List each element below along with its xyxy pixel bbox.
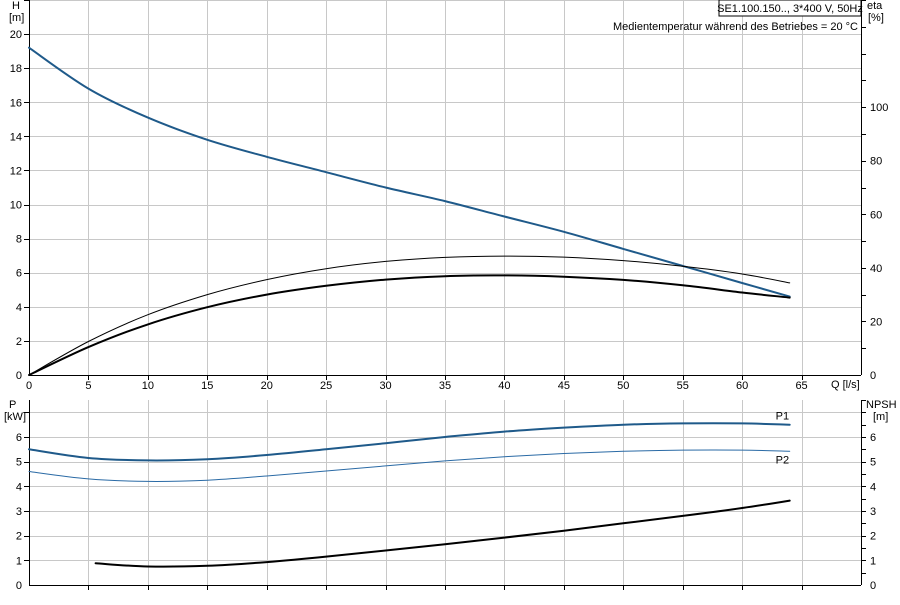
chart-canvas: SE1.100.150.., 3*400 V, 50Hz Medientempe… — [4, 0, 897, 592]
x-tick-label: 30 — [379, 380, 391, 392]
y-left-tick-label: 2 — [16, 336, 22, 348]
series-label-p1: P1 — [776, 411, 789, 423]
x-tick-label: 45 — [558, 380, 570, 392]
title-box-text: SE1.100.150.., 3*400 V, 50Hz — [717, 3, 863, 15]
y-left-tick-label: 16 — [10, 97, 22, 109]
y-right-tick-label: 1 — [870, 555, 876, 567]
x-tick-label: 10 — [142, 380, 154, 392]
x-tick-label: 5 — [85, 380, 91, 392]
x-tick-label: 65 — [795, 380, 807, 392]
x-tick-label: 20 — [261, 380, 273, 392]
y-right-tick-label: 0 — [870, 370, 876, 382]
y-left-tick-label: 4 — [16, 302, 22, 314]
y-left-tick-label: 6 — [16, 268, 22, 280]
y-right-tick-label: 20 — [870, 316, 882, 328]
top-y-right-label: eta — [867, 0, 883, 12]
p2-curve — [28, 449, 791, 482]
y-left-tick-label: 5 — [16, 457, 22, 469]
y-right-tick-label: 2 — [870, 531, 876, 543]
x-tick-label: 25 — [320, 380, 332, 392]
top-y-right-unit: [%] — [868, 12, 884, 24]
bottom-y-left-unit: [kW] — [4, 411, 26, 423]
x-tick-label: 0 — [26, 380, 32, 392]
y-left-tick-label: 0 — [16, 370, 22, 382]
bottom-y-right-unit: [m] — [873, 411, 888, 423]
y-left-tick-label: 0 — [16, 580, 22, 592]
bottom-y-right-label: NPSH — [866, 399, 897, 411]
y-left-tick-label: 12 — [10, 165, 22, 177]
y-right-tick-label: 100 — [870, 102, 888, 114]
x-tick-label: 40 — [498, 380, 510, 392]
top-y-left-label: H — [12, 0, 20, 12]
y-right-tick-label: 6 — [870, 432, 876, 444]
y-right-tick-label: 4 — [870, 481, 876, 493]
series-label-p2: P2 — [776, 454, 789, 466]
pump-performance-chart: SE1.100.150.., 3*400 V, 50Hz Medientempe… — [0, 0, 900, 600]
y-left-tick-label: 14 — [10, 131, 22, 143]
p1-curve — [28, 422, 791, 462]
x-tick-label: 55 — [677, 380, 689, 392]
y-left-tick-label: 18 — [10, 63, 22, 75]
x-tick-label: 15 — [201, 380, 213, 392]
top-y-left-unit: [m] — [9, 12, 24, 24]
y-left-tick-label: 6 — [16, 432, 22, 444]
y-right-tick-label: 40 — [870, 263, 882, 275]
y-left-tick-label: 1 — [16, 555, 22, 567]
y-right-tick-label: 3 — [870, 506, 876, 518]
x-axis-label: Q [l/s] — [831, 379, 860, 391]
x-tick-label: 60 — [736, 380, 748, 392]
y-left-tick-label: 3 — [16, 506, 22, 518]
y-left-tick-label: 10 — [10, 200, 22, 212]
panel0-series2-curve — [28, 274, 791, 376]
y-left-tick-label: 20 — [10, 29, 22, 41]
y-left-tick-label: 2 — [16, 531, 22, 543]
x-tick-label: 35 — [439, 380, 451, 392]
y-right-tick-label: 60 — [870, 209, 882, 221]
bottom-y-left-label: P — [9, 399, 16, 411]
y-left-tick-label: 4 — [16, 481, 22, 493]
y-right-tick-label: 5 — [870, 457, 876, 469]
panel1-series2-curve — [94, 499, 791, 568]
y-left-tick-label: 8 — [16, 234, 22, 246]
y-right-tick-label: 80 — [870, 156, 882, 168]
chart-subtitle: Medientemperatur während des Betriebes =… — [613, 21, 858, 33]
text-group: SE1.100.150.., 3*400 V, 50Hz Medientempe… — [4, 0, 897, 592]
x-tick-label: 50 — [617, 380, 629, 392]
y-right-tick-label: 0 — [870, 580, 876, 592]
